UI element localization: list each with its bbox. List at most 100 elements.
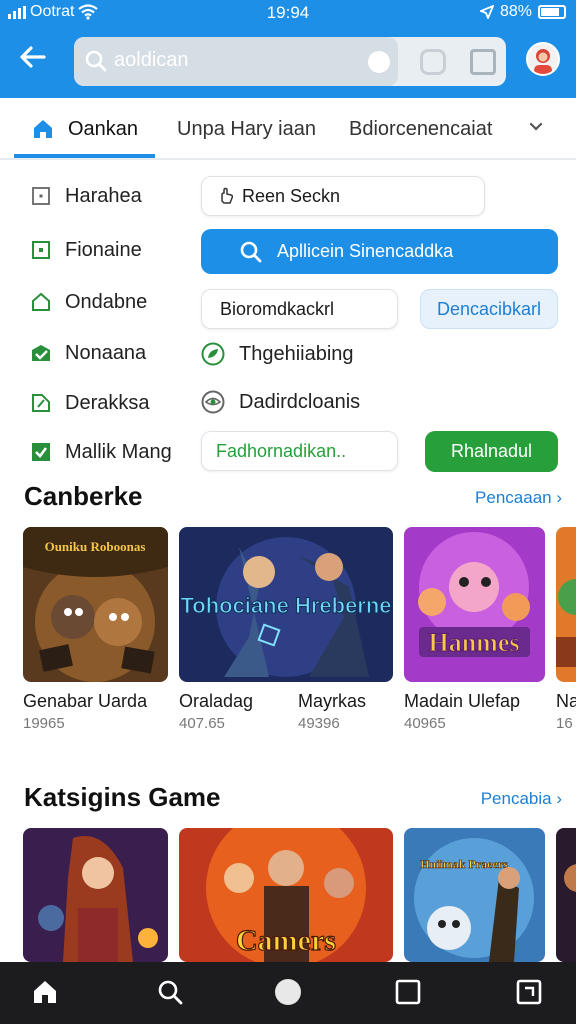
game-card-3[interactable]: Hanmes — [404, 527, 545, 682]
game-art-7: Hniimak Praeers — [404, 828, 545, 962]
game-card-1[interactable]: Ouniku Roboonas — [23, 527, 168, 682]
game-art-3-title: Hanmes — [429, 628, 520, 657]
game-card-8[interactable] — [556, 828, 576, 962]
category-label: Fionaine — [65, 238, 142, 261]
game-art-7-title: Hniimak Praeers — [420, 857, 508, 871]
tab-oankan[interactable]: Oankan — [68, 118, 138, 141]
text-field-2-value: Bioromdkackrl — [220, 298, 335, 319]
status-bar: Ootrat 19:94 88% — [0, 0, 576, 26]
category-label: Derakksa — [65, 391, 150, 414]
option-1-label: Thgehiiabing — [239, 342, 354, 365]
see-all-link-games[interactable]: Pencabia › — [481, 789, 562, 809]
scan-icon[interactable] — [470, 49, 496, 75]
text-field-1[interactable]: Reen Seckn — [201, 176, 485, 216]
category-label: Mallik Mang — [65, 440, 172, 463]
game-art-1-title-1: Ouniku Roboonas — [45, 539, 146, 554]
house-outline-icon — [32, 292, 50, 311]
game-art-3: Hanmes — [404, 527, 545, 682]
game-card-7[interactable]: Hniimak Praeers — [404, 828, 545, 962]
secondary-button[interactable]: Dencacibkarl — [420, 289, 558, 329]
secondary-button-label: Dencacibkarl — [436, 298, 542, 319]
game-art-1: Ouniku Roboonas — [23, 527, 168, 682]
game-title[interactable]: Genabar Uarda — [23, 691, 147, 712]
category-label: Ondabne — [65, 290, 148, 313]
top-app-bar: Ootrat 19:94 88% aoldican — [0, 0, 576, 98]
home-icon — [34, 120, 52, 138]
text-field-1-value: Reen Seckn — [242, 185, 341, 206]
game-downloads: 16 — [556, 715, 573, 732]
primary-button-label: Apllicein Sinencaddka — [277, 241, 454, 261]
category-item-fionaine[interactable]: Fionaine — [30, 236, 142, 264]
primary-action-button[interactable]: Apllicein Sinencaddka — [201, 229, 558, 274]
section-title-games: Katsigins Game — [24, 782, 221, 812]
game-card-4[interactable] — [556, 527, 576, 682]
profile-avatar-icon — [534, 49, 552, 74]
game-card-2[interactable]: Tohociane Hreberne — [179, 527, 393, 682]
category-item-harahea[interactable]: Harahea — [30, 182, 142, 210]
location-icon — [479, 5, 494, 19]
leaf-radio-icon — [201, 342, 225, 366]
section-title-featured: Canberke — [24, 481, 143, 511]
bottom-nav — [0, 962, 576, 1024]
search-bar: aoldican — [74, 37, 506, 86]
option-row-1[interactable]: Thgehiiabing — [201, 342, 354, 366]
hand-icon — [221, 187, 234, 204]
avatar[interactable] — [526, 42, 560, 76]
check-envelope-icon — [32, 345, 50, 361]
chevron-down-icon[interactable] — [526, 116, 546, 136]
green-action-button[interactable]: Rhalnadul — [425, 431, 558, 472]
app-screen: Ootrat 19:94 88% aoldican Oankan Unpa Ha… — [0, 0, 576, 1024]
game-art-5 — [23, 828, 168, 962]
text-field-2[interactable]: Bioromdkackrl — [201, 289, 398, 329]
game-downloads: 40965 — [404, 715, 446, 732]
search-query: aoldican — [114, 49, 189, 71]
camera-icon[interactable] — [420, 49, 446, 75]
category-item-derakksa[interactable]: Derakksa — [30, 389, 149, 417]
battery-icon — [538, 5, 566, 19]
square-dot-icon — [32, 241, 50, 259]
search-icon[interactable] — [156, 978, 184, 1006]
category-item-mallik-mang[interactable]: Mallik Mang — [30, 438, 172, 466]
game-downloads: 19965 — [23, 715, 65, 732]
option-2-label: Dadirdcloanis — [239, 390, 361, 413]
game-art-2-title: Tohociane Hreberne — [180, 593, 391, 618]
game-downloads: 407.65 — [179, 715, 225, 732]
category-label: Nonaana — [65, 341, 147, 364]
category-label: Harahea — [65, 184, 142, 207]
tag-icon — [32, 394, 50, 412]
text-field-3[interactable]: Fadhornadikan.. — [201, 431, 398, 471]
game-art-6-title: Camers — [236, 924, 336, 957]
circle-home-icon[interactable] — [274, 978, 302, 1006]
game-art-2: Tohociane Hreberne — [179, 527, 393, 682]
home-icon[interactable] — [31, 978, 59, 1006]
search-input[interactable]: aoldican — [74, 37, 398, 86]
see-all-label: Pencabia — [480, 789, 552, 808]
square-icon — [32, 187, 50, 205]
option-row-2[interactable]: Dadirdcloanis — [201, 390, 360, 414]
arrow-left-icon — [20, 46, 46, 68]
game-title[interactable]: Oraladag — [179, 691, 253, 712]
tab-bdiorcenencaiat[interactable]: Bdiorcenencaiat — [349, 118, 492, 141]
see-all-link-featured[interactable]: Pencaaan › — [475, 488, 562, 508]
active-tab-indicator — [14, 154, 155, 158]
game-card-6[interactable]: Camers — [179, 828, 393, 962]
game-title[interactable]: Madain Ulefap — [404, 691, 520, 712]
green-button-label: Rhalnadul — [450, 441, 533, 461]
game-title[interactable]: Mayrkas — [298, 691, 366, 712]
text-field-3-value: Fadhornadikan.. — [216, 440, 347, 461]
see-all-label: Pencaaan — [475, 488, 552, 507]
category-item-nonaana[interactable]: Nonaana — [30, 339, 146, 367]
search-icon — [85, 50, 107, 72]
tab-switcher-icon[interactable] — [515, 978, 543, 1006]
back-button[interactable] — [18, 42, 56, 80]
game-card-5[interactable] — [23, 828, 168, 962]
game-title[interactable]: Na — [556, 691, 576, 712]
eye-radio-icon — [201, 390, 225, 414]
tab-unpa-hary[interactable]: Unpa Hary iaan — [177, 118, 316, 141]
voice-icon[interactable] — [368, 51, 390, 73]
battery-percent: 88% — [499, 3, 532, 20]
status-right: 88% — [479, 3, 566, 21]
game-art-8 — [556, 828, 576, 962]
category-item-ondabne[interactable]: Ondabne — [30, 288, 147, 316]
square-icon[interactable] — [394, 978, 422, 1006]
